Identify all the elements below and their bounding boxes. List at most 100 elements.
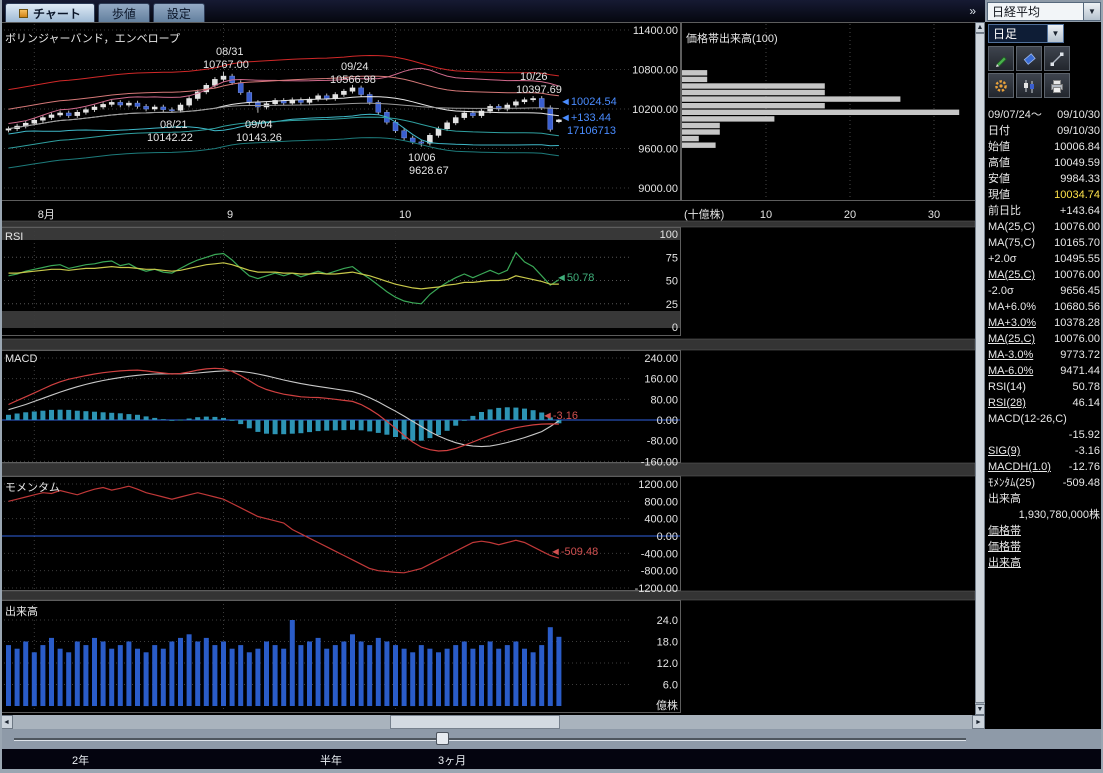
symbol-selector[interactable]: 日経平均 ▼ bbox=[985, 0, 1103, 22]
tab-overflow-button[interactable]: » bbox=[969, 4, 976, 18]
tab-chart[interactable]: チャート bbox=[5, 3, 95, 22]
sidebar-data-row[interactable]: RSI(28)46.14 bbox=[985, 395, 1103, 411]
sidebar-data-row[interactable]: 出来高 bbox=[985, 555, 1103, 571]
sidebar-data-row: MACD(12-26,C) bbox=[985, 411, 1103, 427]
sidebar-data-row[interactable]: MA-6.0%9471.44 bbox=[985, 363, 1103, 379]
svg-text:0.00: 0.00 bbox=[657, 415, 678, 427]
sidebar-data-row: MA(75,C)10165.70 bbox=[985, 235, 1103, 251]
tab-settings[interactable]: 設定 bbox=[153, 3, 205, 22]
chart-vertical-scrollbar[interactable]: ▲ ▼ bbox=[975, 22, 985, 715]
pencil-icon bbox=[993, 51, 1009, 67]
sidebar-row-label: +2.0σ bbox=[988, 251, 1017, 267]
sidebar-row-label[interactable]: 出来高 bbox=[988, 555, 1021, 571]
svg-text:12.0: 12.0 bbox=[657, 658, 678, 670]
chart-region[interactable]: 11400.0010800.0010200.009600.009000.0010… bbox=[0, 22, 975, 715]
print-button[interactable] bbox=[1044, 73, 1070, 98]
vertical-scroll-thumb[interactable] bbox=[975, 33, 985, 703]
chart-tab-icon bbox=[19, 9, 28, 18]
timeframe-value[interactable]: 日足 bbox=[988, 24, 1048, 43]
quote-data-table: 09/07/24～09/10/30日付09/10/30始値10006.84高値1… bbox=[985, 107, 1103, 571]
sidebar-row-label[interactable]: MA(25,C) bbox=[988, 267, 1035, 283]
chevron-down-icon[interactable]: ▼ bbox=[1084, 2, 1101, 21]
window-bottom-border bbox=[0, 769, 1103, 773]
sidebar-data-row[interactable]: MA-3.0% 9773.72 bbox=[985, 347, 1103, 363]
sidebar-row-value: 9773.72 bbox=[1060, 347, 1100, 363]
period-label-3month[interactable]: 3ヶ月 bbox=[438, 752, 466, 768]
panel-borders bbox=[1, 23, 976, 713]
sidebar-row-label: RSI(14) bbox=[988, 379, 1026, 395]
sidebar-data-row: 安値9984.33 bbox=[985, 171, 1103, 187]
svg-text:10200.00: 10200.00 bbox=[632, 104, 678, 116]
sidebar-row-label[interactable]: MA+3.0% bbox=[988, 315, 1036, 331]
sidebar-row-value: 10076.00 bbox=[1054, 219, 1100, 235]
sidebar-data-row[interactable]: MACDH(1.0)-12.76 bbox=[985, 459, 1103, 475]
candles bbox=[6, 72, 561, 147]
horizontal-scroll-thumb[interactable] bbox=[390, 715, 560, 729]
sidebar-row-label[interactable]: 価格帯 bbox=[988, 539, 1021, 555]
svg-text:-1200.00: -1200.00 bbox=[635, 583, 678, 595]
sidebar-data-row: 日付09/10/30 bbox=[985, 123, 1103, 139]
timeframe-selector[interactable]: 日足 ▼ bbox=[988, 24, 1064, 43]
sidebar-data-row[interactable]: MA+3.0%10378.28 bbox=[985, 315, 1103, 331]
sidebar-row-label[interactable]: MA-3.0% bbox=[988, 347, 1033, 363]
svg-text:75: 75 bbox=[666, 252, 678, 264]
sidebar-row-label[interactable]: MA-6.0% bbox=[988, 363, 1033, 379]
sidebar-row-label[interactable]: MACDH(1.0) bbox=[988, 459, 1051, 475]
sidebar-data-row[interactable]: SIG(9) -3.16 bbox=[985, 443, 1103, 459]
chevron-down-icon[interactable]: ▼ bbox=[1048, 24, 1064, 43]
sidebar-row-label: 始値 bbox=[988, 139, 1010, 155]
svg-text:30: 30 bbox=[928, 209, 940, 221]
eraser-button[interactable] bbox=[1016, 46, 1042, 71]
sidebar-data-row[interactable]: 価格帯 bbox=[985, 523, 1103, 539]
sidebar-data-row[interactable]: 価格帯 bbox=[985, 539, 1103, 555]
period-slider-track[interactable] bbox=[14, 738, 966, 741]
sidebar-row-value: -3.16 bbox=[1075, 443, 1100, 459]
sidebar-data-row: MA+6.0%10680.56 bbox=[985, 299, 1103, 315]
sidebar-row-label[interactable]: MA(25,C) bbox=[988, 331, 1035, 347]
rsi-zone-strips bbox=[0, 227, 680, 328]
tab-settings-label: 設定 bbox=[167, 5, 191, 22]
symbol-value[interactable]: 日経平均 bbox=[987, 2, 1084, 21]
sidebar-row-value: 09/10/30 bbox=[1057, 123, 1100, 139]
bollinger-envelope-lines bbox=[9, 56, 559, 168]
svg-text:50: 50 bbox=[666, 276, 678, 288]
svg-text:100: 100 bbox=[660, 229, 678, 241]
period-label-2year[interactable]: 2年 bbox=[72, 752, 89, 768]
scroll-down-arrow-icon[interactable]: ▼ bbox=[975, 704, 985, 715]
scroll-right-arrow-icon[interactable]: ► bbox=[972, 715, 985, 729]
trendline-button[interactable] bbox=[1044, 46, 1070, 71]
tab-tick-price[interactable]: 歩値 bbox=[98, 3, 150, 22]
sidebar-data-row: 始値 10006.84 bbox=[985, 139, 1103, 155]
draw-pencil-button[interactable] bbox=[988, 46, 1014, 71]
svg-text:20: 20 bbox=[844, 209, 856, 221]
sidebar-data-row[interactable]: MA(25,C)10076.00 bbox=[985, 331, 1103, 347]
scroll-up-arrow-icon[interactable]: ▲ bbox=[975, 22, 985, 33]
sidebar-data-row: +2.0σ10495.55 bbox=[985, 251, 1103, 267]
sidebar-row-label[interactable]: RSI(28) bbox=[988, 395, 1026, 411]
sidebar-row-label: 高値 bbox=[988, 155, 1010, 171]
tab-chart-label: チャート bbox=[33, 5, 81, 22]
chart-horizontal-scrollbar[interactable]: ◄ ► bbox=[0, 715, 985, 729]
sidebar-row-value: 10006.84 bbox=[1054, 139, 1100, 155]
chart-type-button[interactable] bbox=[1016, 73, 1042, 98]
sidebar-row-label[interactable]: 価格帯 bbox=[988, 523, 1021, 539]
svg-text:9600.00: 9600.00 bbox=[638, 144, 678, 156]
gear-icon bbox=[993, 78, 1009, 94]
svg-text:8月: 8月 bbox=[38, 209, 55, 221]
svg-text:240.00: 240.00 bbox=[644, 353, 678, 365]
period-slider-thumb[interactable] bbox=[436, 732, 449, 745]
rsi-lines bbox=[9, 253, 559, 304]
sidebar-row-value: -509.48 bbox=[1063, 475, 1100, 491]
svg-text:6.0: 6.0 bbox=[663, 680, 678, 692]
sidebar-row-label[interactable]: SIG(9) bbox=[988, 443, 1020, 459]
sidebar-row-value: 50.78 bbox=[1072, 379, 1100, 395]
sidebar-data-row[interactable]: MA(25,C)10076.00 bbox=[985, 267, 1103, 283]
settings-button[interactable] bbox=[988, 73, 1014, 98]
sidebar-data-row: RSI(14) 50.78 bbox=[985, 379, 1103, 395]
sidebar-data-row: ﾓﾒﾝﾀﾑ(25)-509.48 bbox=[985, 475, 1103, 491]
printer-icon bbox=[1049, 78, 1065, 94]
sidebar-row-value: +143.64 bbox=[1060, 203, 1100, 219]
period-label-bar: 2年 半年 3ヶ月 bbox=[0, 749, 1103, 769]
sidebar-data-row: 出来高 bbox=[985, 491, 1103, 507]
period-label-halfyear[interactable]: 半年 bbox=[320, 752, 342, 768]
